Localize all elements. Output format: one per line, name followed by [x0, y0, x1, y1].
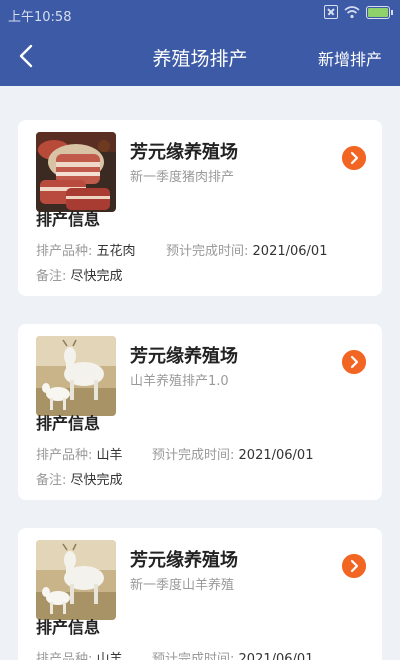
finish-label: 预计完成时间: [152, 448, 235, 463]
schedule-subtitle: 山羊养殖排产1.0 [130, 374, 229, 389]
schedule-subtitle: 新一季度猪肉排产 [130, 170, 235, 185]
finish-row: 预计完成时间: 2021/06/01 [152, 444, 313, 463]
sim-icon [324, 5, 338, 19]
app-header: 上午10:58 养殖场排产 新增排产 [0, 0, 400, 86]
finish-value: 2021/06/01 [238, 652, 314, 660]
variety-value: 山羊 [96, 448, 123, 463]
wifi-icon [344, 6, 360, 19]
remark-value: 尽快完成 [70, 473, 123, 488]
finish-row: 预计完成时间: 2021/06/01 [166, 240, 327, 259]
finish-label: 预计完成时间: [152, 652, 235, 660]
variety-label: 排产品种: [36, 448, 93, 463]
add-schedule-button[interactable]: 新增排产 [318, 46, 382, 70]
farm-name: 芳元缘养殖场 [130, 550, 238, 571]
goat-image [36, 336, 116, 416]
finish-value: 2021/06/01 [238, 448, 314, 463]
remark-label: 备注: [36, 473, 67, 488]
schedule-card[interactable]: 芳元缘养殖场 山羊养殖排产1.0 排产信息 排产品种: 山羊 预计完成时间: 2… [18, 324, 382, 500]
farm-name: 芳元缘养殖场 [130, 142, 238, 163]
goat-image [36, 540, 116, 620]
remark-value: 尽快完成 [70, 269, 123, 284]
section-title: 排产信息 [36, 414, 101, 433]
variety-label: 排产品种: [36, 244, 93, 259]
detail-arrow-button[interactable] [342, 350, 366, 374]
variety-label: 排产品种: [36, 652, 93, 660]
variety-row: 排产品种: 五花肉 [36, 240, 136, 259]
nav-bar: 养殖场排产 新增排产 [0, 30, 400, 82]
variety-row: 排产品种: 山羊 [36, 444, 123, 463]
detail-arrow-button[interactable] [342, 554, 366, 578]
finish-label: 预计完成时间: [166, 244, 249, 259]
status-icons [324, 5, 393, 19]
section-title: 排产信息 [36, 210, 101, 229]
remark-row: 备注: 尽快完成 [36, 469, 123, 488]
detail-arrow-button[interactable] [342, 146, 366, 170]
finish-row: 预计完成时间: 2021/06/01 [152, 648, 313, 660]
battery-icon [366, 5, 393, 19]
schedule-card[interactable]: 芳元缘养殖场 新一季度山羊养殖 排产信息 排产品种: 山羊 预计完成时间: 20… [18, 528, 382, 660]
finish-value: 2021/06/01 [252, 244, 328, 259]
schedule-card[interactable]: 芳元缘养殖场 新一季度猪肉排产 排产信息 排产品种: 五花肉 预计完成时间: 2… [18, 120, 382, 296]
variety-row: 排产品种: 山羊 [36, 648, 123, 660]
section-title: 排产信息 [36, 618, 101, 637]
variety-value: 山羊 [96, 652, 123, 660]
status-bar: 上午10:58 [0, 0, 400, 28]
variety-value: 五花肉 [96, 244, 136, 259]
farm-name: 芳元缘养殖场 [130, 346, 238, 367]
pork-image [36, 132, 116, 212]
remark-label: 备注: [36, 269, 67, 284]
remark-row: 备注: 尽快完成 [36, 265, 123, 284]
status-time: 上午10:58 [8, 10, 72, 25]
schedule-subtitle: 新一季度山羊养殖 [130, 578, 235, 593]
